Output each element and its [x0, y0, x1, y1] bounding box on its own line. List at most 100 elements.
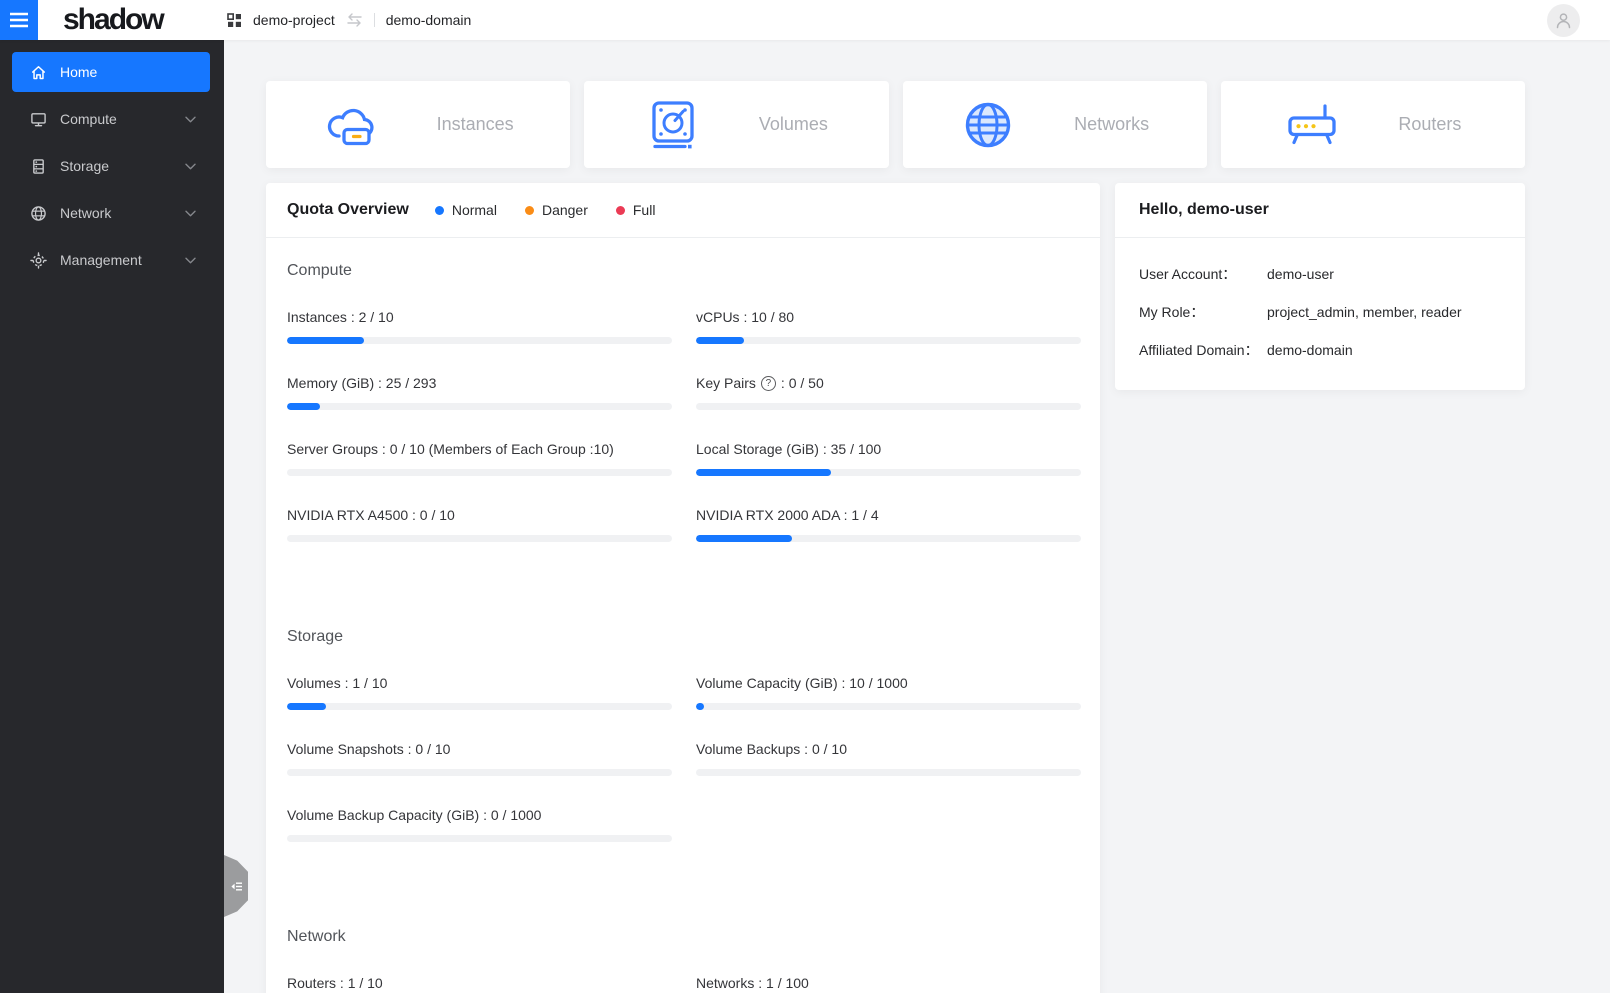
brand-logo[interactable]: shadow [38, 0, 224, 40]
quota-section-heading: Compute [287, 262, 352, 279]
volume-disk-icon [645, 97, 701, 153]
quota-progress-track [287, 703, 672, 710]
gear-icon [30, 251, 47, 269]
shortcut-card-instances[interactable]: Instances [266, 81, 571, 168]
header-divider [373, 13, 375, 27]
user-avatar[interactable] [1547, 3, 1580, 37]
sidebar-item-label: Storage [60, 158, 110, 174]
quota-item-label: Key Pairs ? : 0 / 50 [696, 375, 824, 391]
quota-progress-fill [696, 535, 793, 542]
user-role-label: My Role： [1139, 304, 1205, 320]
shortcut-card-routers[interactable]: Routers [1220, 81, 1525, 168]
brand-logo-text: shadow [63, 3, 165, 36]
quota-progress-track [696, 403, 1081, 410]
quota-progress-track [287, 469, 672, 476]
legend-label: Danger [541, 202, 588, 218]
user-card-title: Hello, demo-user [1139, 201, 1269, 218]
sidebar-item-compute[interactable]: Compute [12, 99, 210, 139]
home-icon [30, 64, 47, 81]
quota-item-label: Instances : 2 / 10 [287, 309, 394, 325]
user-role-value: project_admin, member, reader [1267, 304, 1462, 320]
quota-card-body: Compute Instances : 2 / 10 vCPUs : 10 / … [266, 238, 1100, 993]
user-role-row: My Role： project_admin, member, reader [1139, 302, 1501, 322]
quota-section-heading: Storage [287, 628, 344, 645]
legend-dot-danger [524, 205, 534, 215]
quota-item-label: Routers : 1 / 10 [287, 975, 383, 991]
quota-item-server-groups: Server Groups : 0 / 10 (Members of Each … [287, 439, 672, 476]
legend-label: Full [632, 202, 656, 218]
user-account-label: User Account： [1139, 266, 1237, 282]
quota-progress-track [696, 535, 1081, 542]
legend-dot-full [615, 205, 625, 215]
quota-progress-track [287, 337, 672, 344]
user-info-card: Hello, demo-user User Account： demo-user… [1115, 183, 1525, 390]
help-icon[interactable]: ? [760, 375, 776, 391]
quota-progress-track [696, 337, 1081, 344]
shortcut-card-label: Instances [436, 114, 514, 134]
shortcut-card-volumes[interactable]: Volumes [584, 81, 889, 168]
domain-name: demo-domain [385, 12, 472, 28]
quota-progress-fill [287, 403, 320, 410]
user-account-value: demo-user [1267, 266, 1334, 282]
quota-item-label: Memory (GiB) : 25 / 293 [287, 375, 437, 391]
user-icon [1556, 12, 1571, 28]
quota-item-label: Volumes : 1 / 10 [287, 675, 388, 691]
quota-item-label: Server Groups : 0 / 10 (Members of Each … [287, 441, 614, 457]
quota-item-key-pairs: Key Pairs ? : 0 / 50 [696, 373, 1081, 410]
quota-item-routers: Routers : 1 / 10 [287, 973, 672, 993]
quota-item-label: Networks : 1 / 100 [696, 975, 809, 991]
sidebar-toggle-button[interactable] [0, 0, 38, 40]
quota-item-volume-snapshots: Volume Snapshots : 0 / 10 [287, 739, 672, 776]
storage-server-icon [30, 158, 47, 175]
quota-item-rtx-2000-ada: NVIDIA RTX 2000 ADA : 1 / 4 [696, 505, 1081, 542]
shortcut-card-networks[interactable]: Networks [902, 81, 1207, 168]
dashboard-row: Quota Overview Normal Danger Full Comput… [266, 183, 1525, 993]
quota-item-networks: Networks : 1 / 100 [696, 973, 1081, 993]
chevron-down-icon [185, 163, 196, 170]
sidebar-item-network[interactable]: Network [12, 193, 210, 233]
quota-item-volume-capacity: Volume Capacity (GiB) : 10 / 1000 [696, 673, 1081, 710]
quota-progress-fill [696, 337, 745, 344]
quota-item-instances: Instances : 2 / 10 [287, 307, 672, 344]
top-header: shadow demo-project demo-domain [0, 0, 1610, 40]
quota-section-network: Network Routers : 1 / 10 Networks : 1 / … [287, 928, 1081, 993]
user-account-row: User Account： demo-user [1139, 264, 1501, 284]
compute-monitor-icon [30, 111, 47, 128]
user-card-header: Hello, demo-user [1115, 183, 1525, 238]
switch-project-icon[interactable] [346, 13, 363, 27]
legend-item-normal: Normal [434, 202, 497, 218]
quota-item-volume-backup-capacity: Volume Backup Capacity (GiB) : 0 / 1000 [287, 805, 672, 842]
quota-item-label: vCPUs : 10 / 80 [696, 309, 795, 325]
quota-progress-track [696, 469, 1081, 476]
chevron-down-icon [185, 210, 196, 217]
sidebar-item-label: Compute [60, 111, 117, 127]
user-card-body: User Account： demo-user My Role： project… [1115, 238, 1525, 390]
sidebar-item-home[interactable]: Home [12, 52, 210, 92]
quota-item-volumes: Volumes : 1 / 10 [287, 673, 672, 710]
quota-item-label: Volume Snapshots : 0 / 10 [287, 741, 451, 757]
sidebar-item-storage[interactable]: Storage [12, 146, 210, 186]
user-domain-value: demo-domain [1267, 342, 1353, 358]
sidebar-item-label: Management [60, 252, 142, 268]
quota-card-header: Quota Overview Normal Danger Full [266, 183, 1100, 238]
quota-item-label: Volume Backup Capacity (GiB) : 0 / 1000 [287, 807, 542, 823]
quota-legend: Normal Danger Full [434, 202, 656, 218]
networks-globe-icon [960, 97, 1016, 153]
sidebar-item-management[interactable]: Management [12, 240, 210, 280]
user-domain-row: Affiliated Domain： demo-domain [1139, 340, 1501, 360]
legend-item-danger: Danger [524, 202, 588, 218]
quota-card-title: Quota Overview [287, 201, 409, 218]
quota-progress-fill [696, 703, 704, 710]
quota-progress-fill [287, 703, 326, 710]
quota-section-heading: Network [287, 928, 346, 945]
instances-cloud-icon [323, 97, 379, 153]
main-content: Instances Volumes Networks Routers Quota… [224, 40, 1610, 993]
chevron-down-icon [185, 257, 196, 264]
quota-item-vcpus: vCPUs : 10 / 80 [696, 307, 1081, 344]
shortcut-card-label: Volumes [758, 114, 828, 134]
project-name[interactable]: demo-project [253, 12, 335, 28]
quota-overview-card: Quota Overview Normal Danger Full Comput… [266, 183, 1100, 993]
quota-item-label: NVIDIA RTX A4500 : 0 / 10 [287, 507, 455, 523]
shortcut-cards-row: Instances Volumes Networks Routers [266, 81, 1525, 168]
sidebar-item-label: Home [60, 64, 98, 80]
